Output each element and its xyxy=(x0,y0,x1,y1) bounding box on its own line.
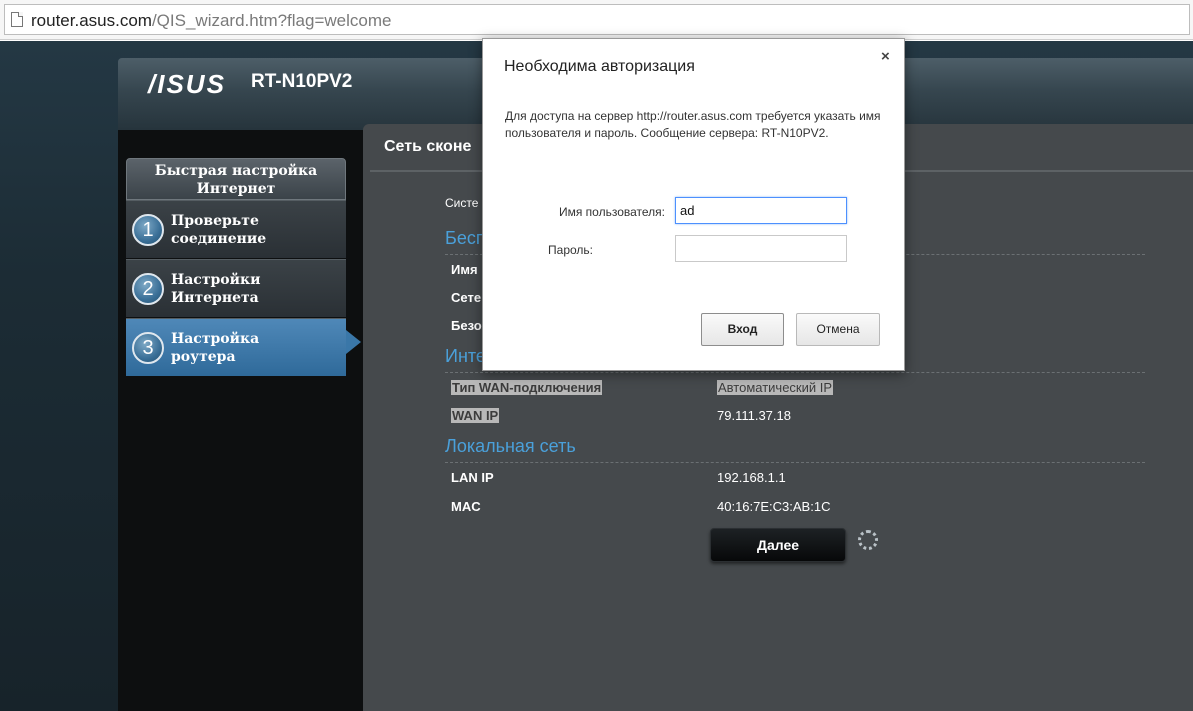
asus-logo: /ISUS xyxy=(148,69,226,99)
dialog-title: Необходима авторизация xyxy=(504,58,695,75)
browser-toolbar: router.asus.com/QIS_wizard.htm?flag=welc… xyxy=(0,0,1193,40)
wan-ip-label-text: WAN IP xyxy=(451,408,500,423)
wizard-step-router-setup[interactable]: 3 Настройка роутера xyxy=(126,318,346,376)
active-step-arrow-icon xyxy=(346,330,361,354)
step-number-icon: 2 xyxy=(132,273,164,305)
wan-ip-value: 79.111.37.18 xyxy=(717,408,791,423)
page-title: Сеть сконе xyxy=(384,138,472,155)
password-input[interactable] xyxy=(675,235,847,262)
ssid-row-label: Имя xyxy=(451,262,478,277)
cancel-button[interactable]: Отмена xyxy=(796,313,880,346)
next-button[interactable]: Далее xyxy=(710,528,846,562)
wizard-menu-header: Быстрая настройка Интернет xyxy=(126,158,346,200)
network-key-row-label: Сете xyxy=(451,290,482,305)
section-internet: Инте xyxy=(445,346,486,366)
address-bar[interactable]: router.asus.com/QIS_wizard.htm?flag=welc… xyxy=(4,4,1190,35)
divider xyxy=(445,462,1145,463)
auth-dialog: Необходима авторизация × Для доступа на … xyxy=(482,38,905,371)
lan-ip-label: LAN IP xyxy=(451,470,494,485)
step-number-icon: 3 xyxy=(132,332,164,364)
wan-type-label-text: Тип WAN-подключения xyxy=(451,380,603,395)
mac-label: MAC xyxy=(451,499,481,514)
step-label: Настройки Интернета xyxy=(171,272,261,306)
wan-type-value: Автоматический IP xyxy=(717,380,834,395)
url-host: router.asus.com xyxy=(31,11,152,30)
system-row-label: Систе xyxy=(445,196,479,210)
username-label: Имя пользователя: xyxy=(558,205,665,219)
wizard-step-check-connection[interactable]: 1 Проверьте соединение xyxy=(126,200,346,258)
url-path: /QIS_wizard.htm?flag=welcome xyxy=(151,11,392,30)
close-icon[interactable]: × xyxy=(881,48,890,65)
login-button[interactable]: Вход xyxy=(701,313,784,346)
dialog-message: Для доступа на сервер http://router.asus… xyxy=(505,109,881,140)
wan-type-value-text: Автоматический IP xyxy=(717,380,834,395)
divider xyxy=(445,372,1145,373)
url-text[interactable]: router.asus.com/QIS_wizard.htm?flag=welc… xyxy=(31,11,391,31)
password-label: Пароль: xyxy=(548,243,593,257)
step-number-icon: 1 xyxy=(132,214,164,246)
step-label: Настройка роутера xyxy=(171,331,260,365)
username-input[interactable] xyxy=(675,197,847,224)
page-icon xyxy=(11,12,23,27)
loading-spinner-icon xyxy=(858,530,878,550)
section-lan: Локальная сеть xyxy=(445,436,576,456)
wan-type-label: Тип WAN-подключения xyxy=(451,380,603,395)
step-label: Проверьте соединение xyxy=(171,213,267,247)
router-model: RT-N10PV2 xyxy=(251,71,353,92)
wan-ip-label: WAN IP xyxy=(451,408,500,423)
mac-value: 40:16:7E:C3:AB:1C xyxy=(717,499,831,514)
wizard-step-internet-settings[interactable]: 2 Настройки Интернета xyxy=(126,259,346,317)
security-row-label: Безо xyxy=(451,318,482,333)
lan-ip-value: 192.168.1.1 xyxy=(717,470,786,485)
